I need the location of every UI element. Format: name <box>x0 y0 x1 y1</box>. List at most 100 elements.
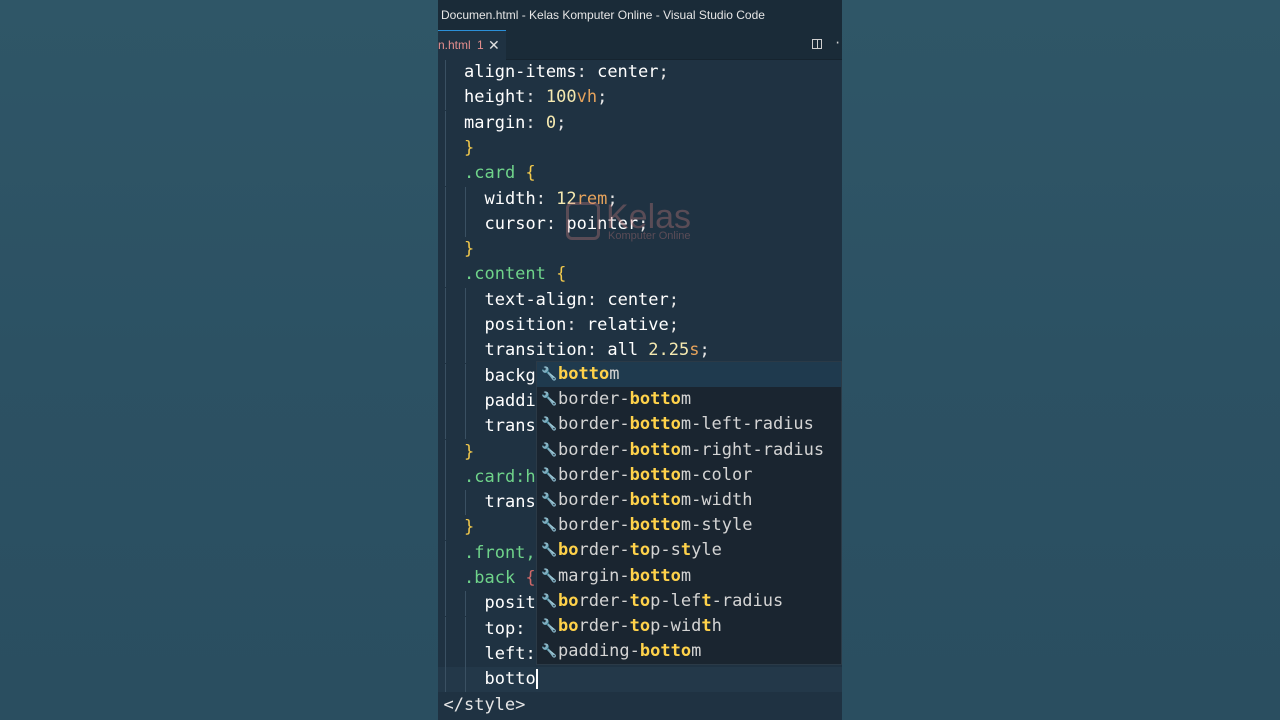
suggestion-item[interactable]: 🔧 border-top-width <box>537 614 841 639</box>
property-wrench-icon: 🔧 <box>541 392 558 408</box>
brace: { <box>515 568 536 588</box>
indent-guide <box>444 237 446 263</box>
code-text: paddi <box>485 389 536 414</box>
css-value: center <box>607 289 669 310</box>
match-highlight: botto <box>629 389 681 410</box>
match-highlight: t <box>701 590 712 611</box>
css-property: text-align <box>484 289 587 310</box>
code-text: top: <box>485 617 526 642</box>
suggestion-item[interactable]: 🔧 border-bottom-style <box>537 513 841 538</box>
code-text: height: 100vh; <box>464 85 607 110</box>
indent-guide <box>444 616 446 642</box>
suggestion-text: rder- <box>578 616 630 636</box>
css-property: botto <box>484 669 536 690</box>
code-line: } <box>438 135 842 161</box>
indent-guide <box>465 186 466 212</box>
indent-guide <box>444 388 446 414</box>
code-text: } <box>464 515 474 540</box>
match-highlight: botto <box>629 439 681 460</box>
tab-label: n.html <box>438 38 471 52</box>
punctuation: : <box>525 87 546 108</box>
code-text: .card { <box>464 161 536 186</box>
autocomplete-widget[interactable]: 🔧 bottom 🔧 border-bottom 🔧 border-bottom-left… <box>536 361 842 665</box>
code-text: align-items: center; <box>464 60 669 85</box>
code-text: botto <box>485 667 538 692</box>
suggestion-item[interactable]: 🔧 border-top-left-radius <box>537 589 841 614</box>
more-actions-icon[interactable]: ··· <box>834 37 842 49</box>
match-highlight: t <box>701 616 712 636</box>
suggestion-item[interactable]: 🔧 bottom <box>537 362 841 387</box>
suggestion-label: border-bottom-style <box>558 513 753 538</box>
punctuation: : <box>525 112 546 133</box>
split-editor-icon[interactable] <box>812 39 822 49</box>
code-line: cursor: pointer; <box>438 211 842 237</box>
indent-guide <box>444 515 446 541</box>
suggestion-text: -radius <box>711 590 784 611</box>
code-text: cursor: pointer; <box>485 212 649 237</box>
suggestion-item[interactable]: 🔧 border-bottom-left-radius <box>537 412 841 437</box>
suggestion-label: border-bottom-width <box>558 488 753 513</box>
suggestion-item[interactable]: 🔧 padding-bottom <box>537 639 841 664</box>
suggestion-text: m <box>680 389 692 410</box>
match-highlight: to <box>629 616 651 636</box>
brace: } <box>464 441 475 462</box>
code-line: align-items: center; <box>438 60 842 85</box>
indent-guide <box>444 540 446 566</box>
property-wrench-icon: 🔧 <box>541 518 558 534</box>
suggestion-text: rder- <box>578 590 630 611</box>
match-highlight: t <box>680 540 692 561</box>
suggestion-item[interactable]: 🔧 border-bottom <box>537 387 841 412</box>
indent-guide <box>465 616 466 642</box>
css-number: 2.25 <box>648 340 690 361</box>
indent-guide <box>444 287 446 313</box>
code-text: transition: all 2.25s; <box>485 338 710 363</box>
suggestion-text: m-style <box>680 515 753 536</box>
suggestion-label: border-bottom <box>558 387 691 412</box>
code-text: trans <box>485 414 536 439</box>
indent-guide <box>444 566 446 591</box>
suggestion-text: border- <box>558 515 630 536</box>
code-text: posit <box>485 591 536 616</box>
suggestion-item[interactable]: 🔧 border-bottom-width <box>537 488 841 513</box>
match-highlight: botto <box>629 490 681 510</box>
close-icon[interactable]: ✕ <box>488 31 500 59</box>
property-wrench-icon: 🔧 <box>541 367 558 382</box>
suggestion-text: m <box>691 641 702 662</box>
suggestion-label: padding-bottom <box>558 639 701 664</box>
indent-guide <box>444 186 446 212</box>
punctuation: ; <box>699 340 710 361</box>
tab-documen-html[interactable]: n.html 1 ✕ <box>438 30 506 60</box>
punctuation: ; <box>668 289 680 310</box>
css-selector: .front, <box>464 542 536 563</box>
match-highlight: botto <box>639 641 692 662</box>
code-text: } <box>464 136 474 161</box>
background-left <box>0 0 438 720</box>
css-property: transition <box>484 340 587 361</box>
punctuation: ; <box>638 213 649 234</box>
code-line: position: relative; <box>438 313 842 338</box>
css-property: height <box>464 87 526 108</box>
suggestion-item[interactable]: 🔧 border-bottom-right-radius <box>537 438 841 463</box>
property-wrench-icon: 🔧 <box>541 543 558 559</box>
suggestion-text: p-wid <box>650 616 702 636</box>
suggestion-item[interactable]: 🔧 margin-bottom <box>537 564 841 589</box>
property-wrench-icon: 🔧 <box>541 442 558 458</box>
code-text: margin: 0; <box>464 111 566 136</box>
css-unit: s <box>689 340 700 361</box>
css-property: width <box>484 188 536 209</box>
code-text: .content { <box>464 262 566 287</box>
code-line: .content { <box>438 262 842 288</box>
suggestion-text: border- <box>558 414 630 435</box>
indent-guide <box>444 641 446 667</box>
suggestion-item[interactable]: 🔧 border-bottom-color <box>537 463 841 488</box>
match-highlight: bo <box>558 590 579 611</box>
suggestion-label: bottom <box>558 362 619 387</box>
suggestion-text: m-right-radius <box>680 439 825 460</box>
match-highlight: botto <box>629 414 681 435</box>
code-text: } <box>464 440 474 465</box>
punctuation: ; <box>607 188 618 209</box>
punctuation: ; <box>658 62 669 82</box>
suggestion-item[interactable]: 🔧 border-top-style <box>537 538 841 563</box>
css-property: cursor <box>484 213 546 234</box>
indent-guide <box>444 313 446 338</box>
